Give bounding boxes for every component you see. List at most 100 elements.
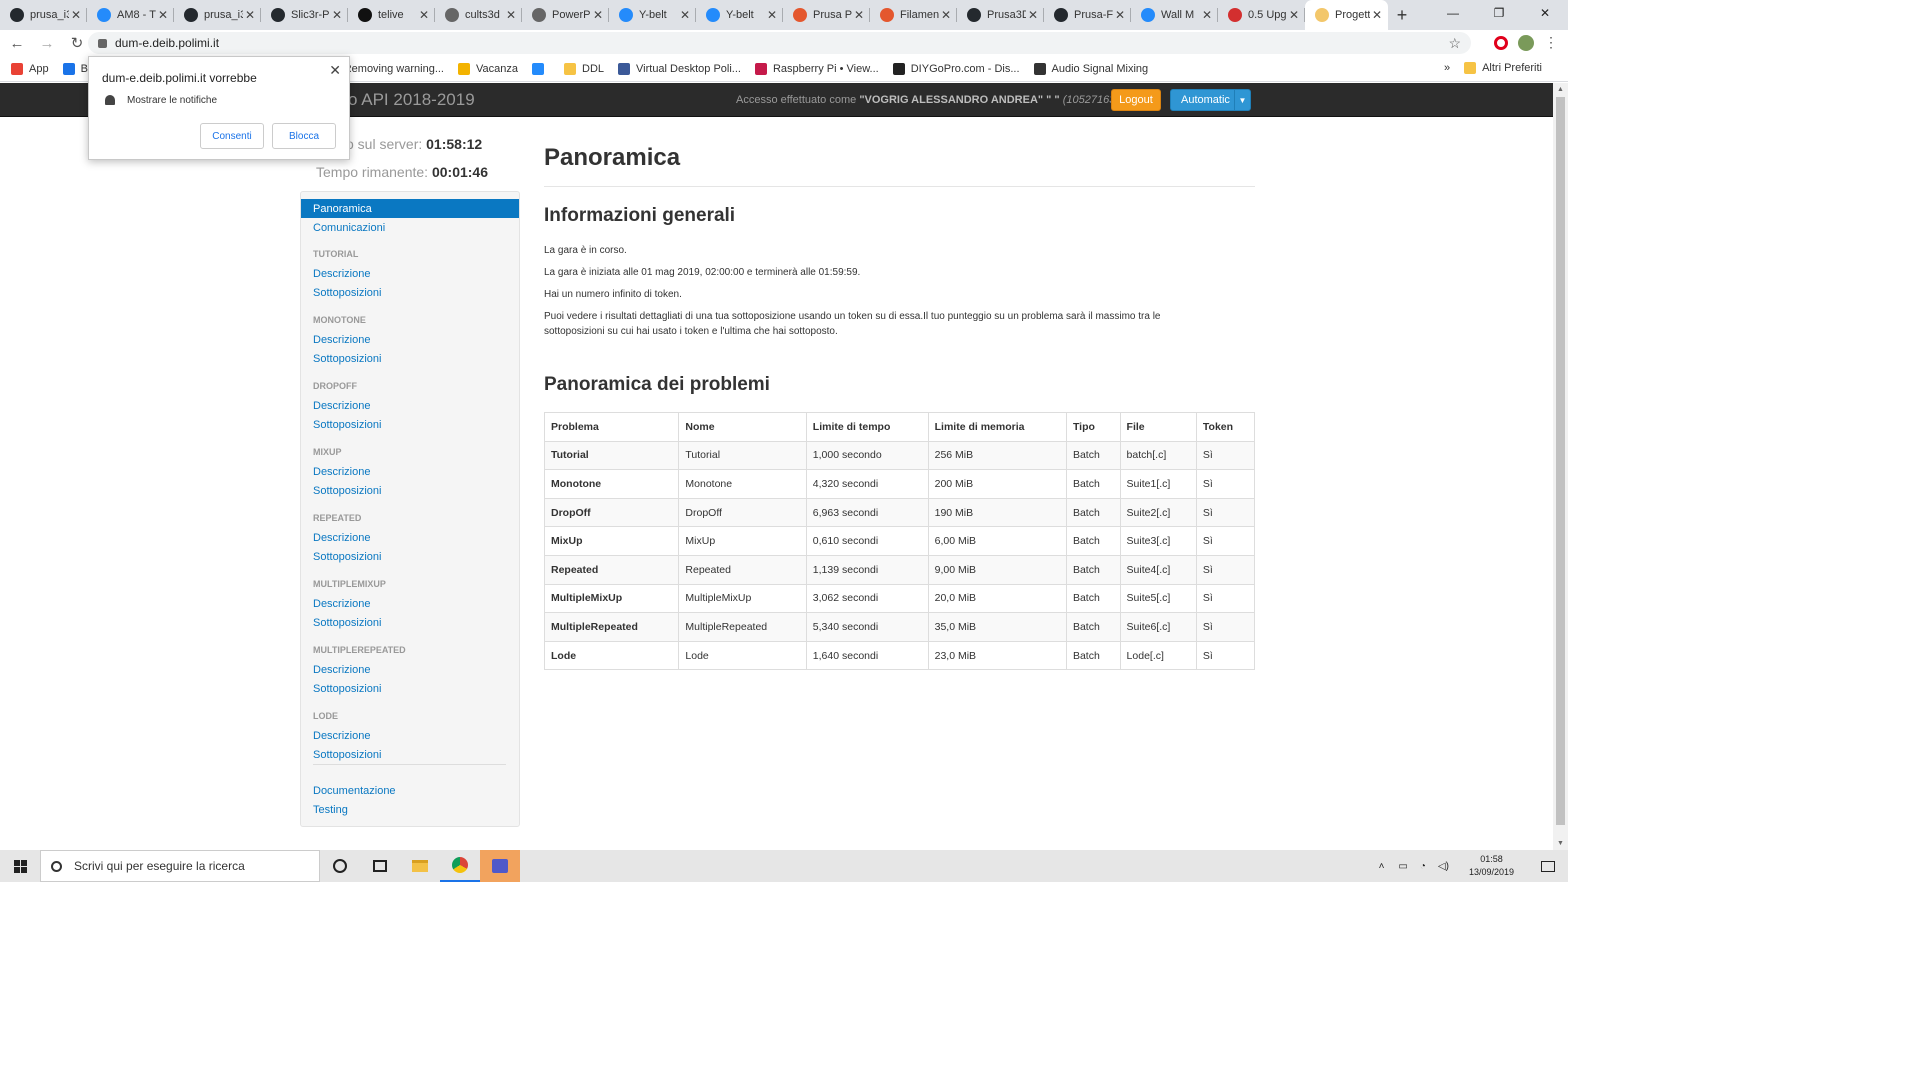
network-icon[interactable]: ◔ [1420,861,1426,872]
bookmark-item[interactable]: DDL [564,62,604,75]
sidebar-item-submissions[interactable]: Sottoposizioni [301,613,519,632]
sidebar-item-documentation[interactable]: Documentazione [301,781,519,800]
prusa-icon [793,8,807,22]
minimize-icon[interactable]: — [1430,0,1476,26]
bookmark-item[interactable]: Audio Signal Mixing [1033,62,1148,75]
task-view-icon[interactable] [360,850,400,882]
teams-icon[interactable] [480,850,520,882]
sidebar-item-description[interactable]: Descrizione [301,594,519,613]
bookmark-item[interactable]: Vacanza [458,62,518,75]
scroll-down-icon[interactable]: ▼ [1553,837,1568,850]
sidebar-item-testing[interactable]: Testing [301,800,519,819]
tab-close-icon[interactable]: ✕ [1028,8,1038,22]
start-button[interactable] [0,850,40,882]
block-button[interactable]: Blocca [272,123,336,149]
file-explorer-icon[interactable] [400,850,440,882]
table-cell: Suite5[.c] [1119,583,1197,614]
browser-tab[interactable]: Slic3r-P ✕ [261,0,348,30]
sidebar-item-overview[interactable]: Panoramica [301,199,519,218]
tab-close-icon[interactable]: ✕ [1202,8,1212,22]
bookmark-item[interactable] [532,62,550,75]
sidebar-item-submissions[interactable]: Sottoposizioni [301,283,519,302]
sidebar-item-submissions[interactable]: Sottoposizioni [301,679,519,698]
browser-tab[interactable]: Filamen ✕ [870,0,957,30]
other-bookmarks[interactable]: Altri Preferiti [1464,62,1542,74]
browser-tab[interactable]: Progett ✕ [1305,0,1388,30]
cortana-icon[interactable] [320,850,360,882]
browser-tab[interactable]: prusa_i3 ✕ [174,0,261,30]
sidebar-item-description[interactable]: Descrizione [301,726,519,745]
tab-close-icon[interactable]: ✕ [593,8,603,22]
tab-close-icon[interactable]: ✕ [419,8,429,22]
scrollbar-thumb[interactable] [1556,97,1565,825]
browser-tab[interactable]: AM8 - T ✕ [87,0,174,30]
sidebar-item-description[interactable]: Descrizione [301,396,519,415]
sidebar-item-description[interactable]: Descrizione [301,264,519,283]
tab-close-icon[interactable]: ✕ [854,8,864,22]
chrome-icon[interactable] [440,850,480,882]
bookmark-item[interactable]: Virtual Desktop Poli... [618,62,741,75]
browser-tab[interactable]: Y-belt ✕ [696,0,783,30]
tab-close-icon[interactable]: ✕ [71,8,81,22]
taskbar-search-box[interactable]: Scrivi qui per eseguire la ricerca [40,850,320,882]
browser-tab[interactable]: telive ✕ [348,0,435,30]
tab-close-icon[interactable]: ✕ [506,8,516,22]
maximize-icon[interactable]: ❐ [1476,0,1522,26]
system-clock[interactable]: 01:58 13/09/2019 [1469,853,1514,879]
new-tab-icon[interactable]: + [1388,0,1416,30]
bookmark-item[interactable]: App [11,62,49,75]
sidebar-item-submissions[interactable]: Sottoposizioni [301,547,519,566]
allow-button[interactable]: Consenti [200,123,264,149]
bookmark-item[interactable]: B [62,62,88,75]
language-dropdown[interactable]: Automatic ▼ [1170,89,1251,111]
sidebar-item-description[interactable]: Descrizione [301,462,519,481]
battery-icon[interactable]: ▭ [1398,861,1407,872]
sidebar-item-description[interactable]: Descrizione [301,660,519,679]
browser-tab[interactable]: prusa_i3 ✕ [0,0,87,30]
address-bar[interactable]: dum-e.deib.polimi.it ☆ [88,32,1471,54]
tab-close-icon[interactable]: ✕ [941,8,951,22]
bookmarks-overflow[interactable]: » [1444,62,1450,74]
browser-tab[interactable]: cults3d ✕ [435,0,522,30]
browser-tab[interactable]: 0.5 Upg ✕ [1218,0,1305,30]
scroll-up-icon[interactable]: ▲ [1553,83,1568,96]
action-center-icon[interactable] [1541,860,1555,872]
browser-window: prusa_i3 ✕ AM8 - T ✕ prusa_i3 ✕ Slic3r-P ✕ teliv… [0,0,1568,882]
bookmark-star-icon[interactable]: ☆ [1448,35,1461,52]
sidebar-item-description[interactable]: Descrizione [301,330,519,349]
menu-kebab-icon[interactable]: ⋮ [1544,34,1558,51]
logout-button[interactable]: Logout [1111,89,1161,111]
browser-tab[interactable]: Prusa P ✕ [783,0,870,30]
tab-close-icon[interactable]: ✕ [1372,8,1382,22]
bookmark-item[interactable]: DIYGoPro.com - Dis... [892,62,1020,75]
sidebar-item-description[interactable]: Descrizione [301,528,519,547]
browser-tab[interactable]: PowerP ✕ [522,0,609,30]
profile-avatar[interactable] [1518,34,1534,51]
bookmark-item[interactable]: Raspberry Pi • View... [754,62,879,75]
opera-extension-icon[interactable] [1494,35,1508,50]
sidebar-item-communications[interactable]: Comunicazioni [301,218,519,237]
sidebar-item-submissions[interactable]: Sottoposizioni [301,349,519,368]
volume-icon[interactable]: ◁) [1438,861,1449,872]
tab-close-icon[interactable]: ✕ [245,8,255,22]
browser-tab[interactable]: Prusa-F ✕ [1044,0,1131,30]
sidebar-item-submissions[interactable]: Sottoposizioni [301,481,519,500]
tray-chevron-icon[interactable]: ˄ [1379,861,1385,872]
tab-close-icon[interactable]: ✕ [332,8,342,22]
browser-tab[interactable]: Y-belt ✕ [609,0,696,30]
tab-close-icon[interactable]: ✕ [1289,8,1299,22]
page-scrollbar[interactable]: ▲ ▼ [1553,83,1568,850]
tab-close-icon[interactable]: ✕ [680,8,690,22]
forward-icon[interactable]: → [34,30,60,56]
close-icon[interactable]: ✕ [329,62,341,79]
tab-close-icon[interactable]: ✕ [1115,8,1125,22]
tab-close-icon[interactable]: ✕ [767,8,777,22]
tab-close-icon[interactable]: ✕ [158,8,168,22]
sidebar-item-submissions[interactable]: Sottoposizioni [301,415,519,434]
browser-tab[interactable]: Prusa3D ✕ [957,0,1044,30]
reload-icon[interactable]: ↻ [64,30,90,56]
back-icon[interactable]: ← [4,30,30,56]
close-window-icon[interactable]: ✕ [1522,0,1568,26]
browser-tab[interactable]: Wall M ✕ [1131,0,1218,30]
sidebar-item-submissions[interactable]: Sottoposizioni [301,745,519,764]
